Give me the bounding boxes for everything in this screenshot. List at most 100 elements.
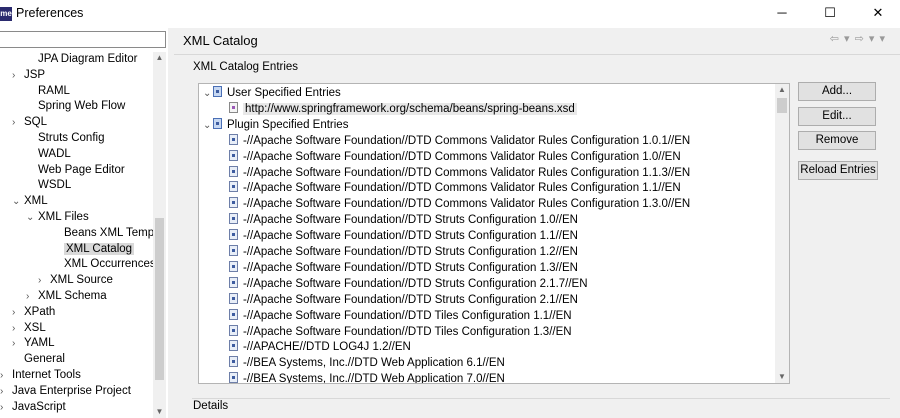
- dtd-file-icon: [229, 356, 238, 368]
- scroll-up-icon[interactable]: ▲: [153, 52, 166, 64]
- tree-item[interactable]: › XSL: [12, 320, 46, 336]
- scrollbar-thumb[interactable]: [777, 98, 787, 113]
- dtd-file-icon: [229, 229, 238, 241]
- reload-entries-button[interactable]: Reload Entries: [798, 161, 878, 180]
- tree-item-label: Java Enterprise Project: [12, 384, 131, 397]
- entry-label: -//Apache Software Foundation//DTD Strut…: [243, 230, 578, 243]
- catalog-entry[interactable]: -//Apache Software Foundation//DTD Tiles…: [229, 308, 572, 324]
- tree-item[interactable]: Struts Config: [26, 130, 104, 146]
- tree-item-label: XML Occurrences: [64, 258, 156, 271]
- sidebar-scrollbar[interactable]: ▲ ▼: [153, 52, 166, 418]
- entry-label: -//Apache Software Foundation//DTD Tiles…: [243, 325, 572, 338]
- tree-item[interactable]: › XPath: [12, 304, 55, 320]
- catalog-entry[interactable]: -//Apache Software Foundation//DTD Commo…: [229, 180, 681, 196]
- tree-item[interactable]: › YAML: [12, 335, 54, 351]
- expand-arrow-icon[interactable]: ›: [0, 400, 12, 416]
- close-icon[interactable]: ✕: [866, 2, 890, 24]
- tree-item[interactable]: › JavaScript: [0, 399, 66, 415]
- expand-arrow-icon[interactable]: ⌄: [12, 194, 24, 210]
- remove-button[interactable]: Remove: [798, 131, 876, 150]
- expand-arrow-icon[interactable]: ›: [12, 115, 24, 131]
- catalog-scrollbar[interactable]: ▲ ▼: [775, 84, 789, 383]
- scroll-up-icon[interactable]: ▲: [775, 84, 789, 96]
- scrollbar-thumb[interactable]: [155, 218, 164, 380]
- xsd-file-icon: [229, 101, 238, 113]
- expand-arrow-icon[interactable]: ›: [12, 305, 24, 321]
- tree-item[interactable]: › JSP: [12, 67, 45, 83]
- catalog-entry[interactable]: -//Apache Software Foundation//DTD Strut…: [229, 244, 578, 260]
- tree-item[interactable]: › SQL: [12, 114, 47, 130]
- tree-item[interactable]: › XML Source: [38, 272, 113, 288]
- tree-item-label: JavaScript: [12, 400, 66, 413]
- tree-item-label: Internet Tools: [12, 369, 81, 381]
- catalog-category[interactable]: ⌄ User Specified Entries: [203, 85, 341, 101]
- catalog-entry[interactable]: -//Apache Software Foundation//DTD Tiles…: [229, 324, 572, 340]
- tree-item-label: SQL: [24, 116, 48, 129]
- catalog-entry[interactable]: -//Apache Software Foundation//DTD Strut…: [229, 276, 588, 292]
- catalog-entry[interactable]: http://www.springframework.org/schema/be…: [229, 101, 577, 117]
- catalog-entry[interactable]: -//BEA Systems, Inc.//DTD Web Applicatio…: [229, 371, 505, 384]
- window-title: Preferences: [16, 6, 84, 20]
- catalog-entry[interactable]: -//Apache Software Foundation//DTD Commo…: [229, 149, 681, 165]
- scroll-down-icon[interactable]: ▼: [153, 406, 166, 418]
- entry-label: -//Apache Software Foundation//DTD Tiles…: [243, 309, 572, 322]
- tree-item[interactable]: ⌄ XML: [12, 193, 48, 209]
- entry-label: -//BEA Systems, Inc.//DTD Web Applicatio…: [243, 373, 505, 384]
- catalog-entry[interactable]: -//Apache Software Foundation//DTD Strut…: [229, 212, 578, 228]
- expand-arrow-icon[interactable]: ›: [12, 321, 24, 337]
- expand-arrow-icon[interactable]: ›: [26, 289, 38, 305]
- dtd-file-icon: [229, 197, 238, 209]
- expand-arrow-icon[interactable]: ⌄: [203, 118, 213, 134]
- scroll-down-icon[interactable]: ▼: [775, 371, 789, 383]
- tree-item[interactable]: Beans XML Temp: [52, 225, 154, 241]
- tree-item[interactable]: › Java Enterprise Project: [0, 383, 131, 399]
- tree-item-label: YAML: [24, 337, 55, 350]
- expand-arrow-icon[interactable]: ›: [12, 68, 24, 84]
- edit-button[interactable]: Edit...: [798, 107, 876, 126]
- tree-item[interactable]: JPA Diagram Editor: [26, 51, 138, 67]
- catalog-entry[interactable]: -//Apache Software Foundation//DTD Strut…: [229, 228, 578, 244]
- expand-arrow-icon[interactable]: ›: [0, 368, 12, 384]
- tree-item-label: XML: [24, 195, 48, 208]
- dtd-file-icon: [229, 245, 238, 256]
- tree-item-label: XML Catalog: [64, 242, 135, 255]
- expand-arrow-icon[interactable]: ›: [38, 273, 50, 289]
- catalog-entry[interactable]: -//APACHE//DTD LOG4J 1.2//EN: [229, 339, 411, 355]
- tree-item[interactable]: Web Page Editor: [26, 162, 125, 178]
- entry-label: User Specified Entries: [227, 87, 341, 99]
- maximize-icon[interactable]: ☐: [818, 2, 842, 24]
- tree-item[interactable]: General: [12, 351, 65, 367]
- catalog-tree[interactable]: ⌄ User Specified Entries http://www.spring…: [198, 83, 790, 384]
- nav-arrows-icon[interactable]: ⇦ ▾ ⇨ ▾ ▾: [830, 32, 886, 45]
- entry-label: -//Apache Software Foundation//DTD Strut…: [243, 261, 578, 274]
- expand-arrow-icon[interactable]: ⌄: [26, 210, 38, 226]
- catalog-entry[interactable]: -//Apache Software Foundation//DTD Commo…: [229, 133, 690, 149]
- dtd-file-icon: [229, 165, 238, 177]
- filter-input[interactable]: [0, 31, 166, 48]
- catalog-entry[interactable]: -//Apache Software Foundation//DTD Commo…: [229, 196, 690, 212]
- tree-item-label: XML Schema: [38, 290, 107, 302]
- tree-item[interactable]: XML Catalog: [52, 241, 135, 257]
- catalog-category[interactable]: ⌄ Plugin Specified Entries: [203, 117, 348, 133]
- tree-item[interactable]: ⌄ XML Files: [26, 209, 89, 225]
- details-label: Details: [193, 400, 229, 412]
- entry-label: -//Apache Software Foundation//DTD Strut…: [243, 214, 578, 227]
- expand-arrow-icon[interactable]: ›: [0, 384, 12, 400]
- catalog-entry[interactable]: -//Apache Software Foundation//DTD Commo…: [229, 165, 690, 181]
- tree-item[interactable]: › Internet Tools: [0, 367, 81, 383]
- minimize-icon[interactable]: ─: [770, 2, 794, 24]
- tree-item[interactable]: WADL: [26, 146, 71, 162]
- catalog-entry[interactable]: -//Apache Software Foundation//DTD Strut…: [229, 260, 578, 276]
- add-button[interactable]: Add...: [798, 82, 876, 101]
- tree-item[interactable]: RAML: [26, 83, 70, 99]
- expand-arrow-icon[interactable]: ›: [12, 336, 24, 352]
- group-label: XML Catalog Entries: [193, 61, 299, 73]
- catalog-entry[interactable]: -//Apache Software Foundation//DTD Strut…: [229, 292, 578, 308]
- catalog-entry[interactable]: -//BEA Systems, Inc.//DTD Web Applicatio…: [229, 355, 505, 371]
- expand-arrow-icon[interactable]: ⌄: [203, 86, 213, 102]
- dtd-file-icon: [229, 133, 238, 145]
- tree-item[interactable]: › XML Schema: [26, 288, 107, 304]
- tree-item[interactable]: Spring Web Flow: [26, 98, 125, 114]
- tree-item[interactable]: WSDL: [26, 177, 71, 193]
- tree-item[interactable]: XML Occurrences: [52, 256, 156, 272]
